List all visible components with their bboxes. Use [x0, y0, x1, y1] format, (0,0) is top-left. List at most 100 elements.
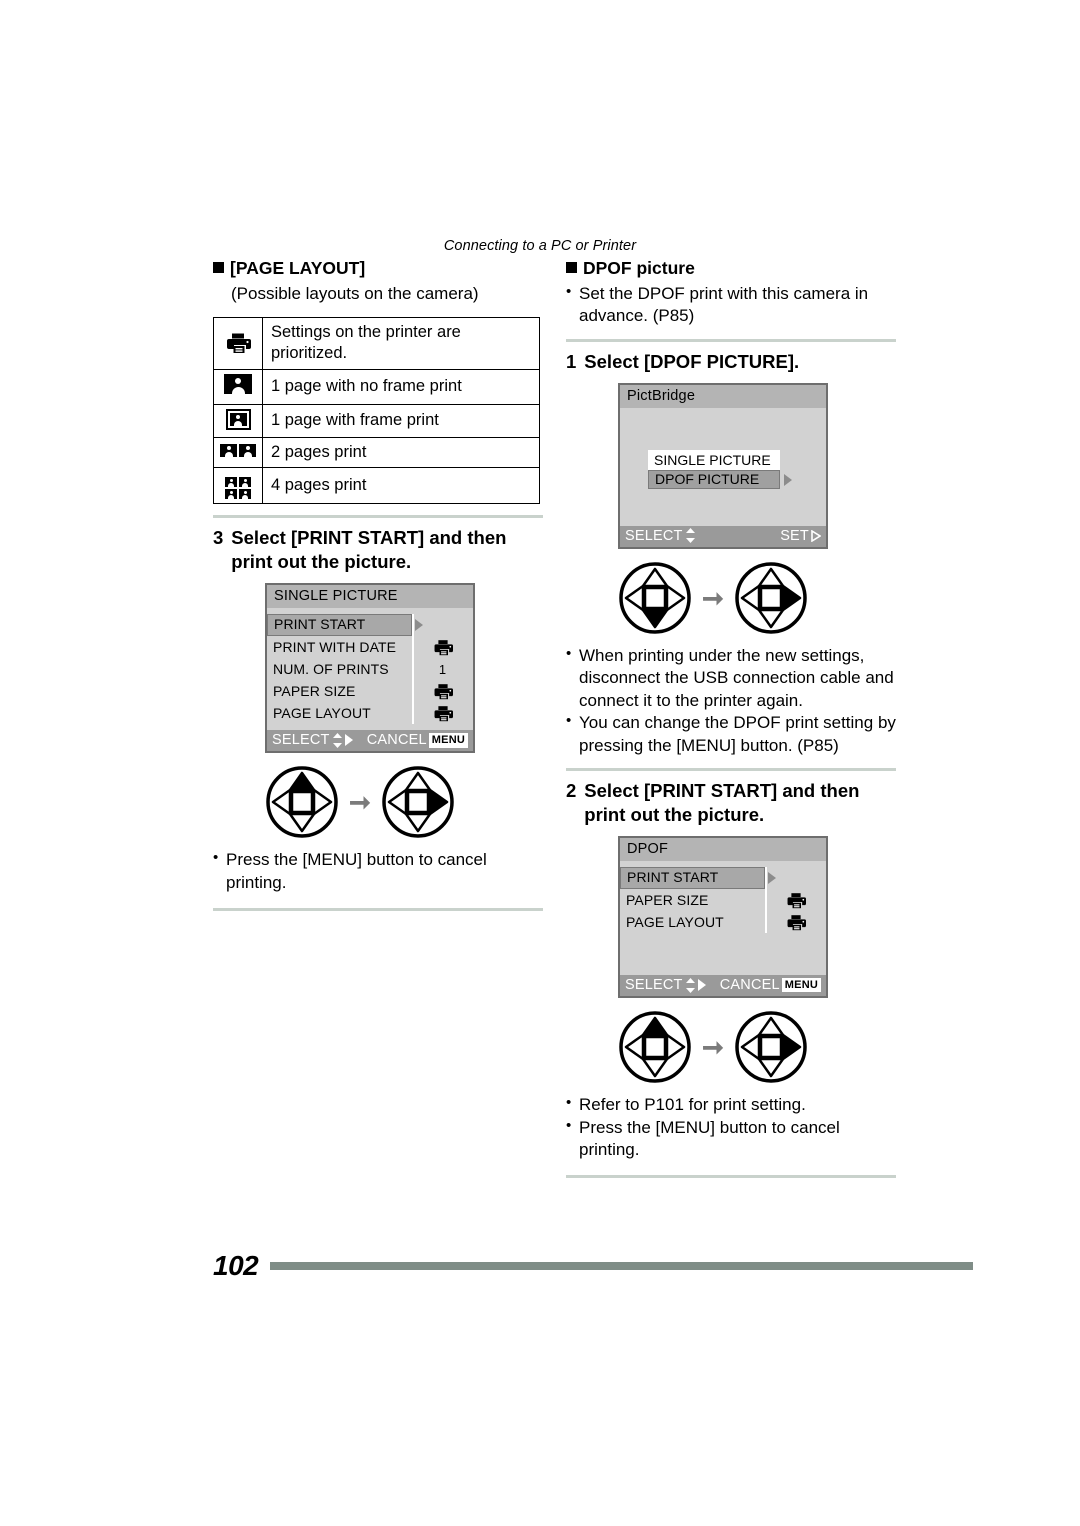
lcd-item-paper-size[interactable]: PAPER SIZE: [267, 680, 473, 702]
lcd-footer-bar: SELECT CANCEL MENU: [267, 730, 473, 752]
lcd-item-num-of-prints[interactable]: NUM. OF PRINTS 1: [267, 658, 473, 680]
lcd-footer-cancel-label: CANCEL: [366, 732, 427, 749]
flow-arrow-icon: ➞: [702, 582, 724, 613]
list-item: Press the [MENU] button to cancel printi…: [213, 848, 543, 894]
lcd-item-label: PAGE LAYOUT: [626, 914, 724, 931]
joystick-right-icon: [735, 562, 807, 634]
lcd-item-paper-size[interactable]: PAPER SIZE: [620, 889, 826, 911]
one-page-with-frame-icon: [225, 409, 251, 431]
list-item: You can change the DPOF print setting by…: [566, 711, 896, 757]
right-column: DPOF picture Set the DPOF print with thi…: [566, 258, 896, 1186]
lcd-footer-cancel: CANCEL MENU: [720, 977, 821, 993]
section-divider: [566, 338, 896, 342]
joystick-up-icon: [619, 1011, 691, 1083]
lcd-item-value: [412, 683, 473, 700]
right-arrow-icon: [697, 979, 706, 992]
table-row: 2 pages print: [213, 436, 540, 469]
lcd-item-value: [412, 705, 473, 722]
lcd-item-page-layout[interactable]: PAGE LAYOUT: [267, 702, 473, 724]
lcd-footer-set-label: SET: [780, 527, 809, 544]
lcd-footer-select: SELECT: [625, 528, 696, 544]
page-number: 102: [213, 1250, 259, 1281]
lcd-item-label: NUM. OF PRINTS: [273, 661, 389, 678]
joystick-right-icon: [382, 766, 454, 838]
table-row: Settings on the printer are prioritized.: [213, 316, 540, 370]
printer-icon: [787, 892, 806, 908]
page-footer: 102: [213, 1250, 973, 1282]
updown-arrows-icon: [332, 732, 342, 748]
lcd-item-label: PRINT START: [267, 614, 412, 637]
flow-arrow-icon: ➞: [702, 1032, 724, 1063]
list-item: Press the [MENU] button to cancel printi…: [566, 1116, 896, 1162]
joystick-diagram-step3: ➞: [213, 765, 543, 839]
bullet-square-icon: [213, 262, 224, 273]
layout-icon-cell: [213, 316, 263, 370]
lcd-rows: PRINT START PAPER SIZE PAGE LAYOUT: [620, 867, 826, 934]
step-number: 2: [566, 779, 577, 801]
page-layout-table: Settings on the printer are prioritized.…: [213, 316, 540, 505]
layout-icon-cell: [213, 467, 263, 505]
printer-icon: [434, 683, 453, 699]
four-pages-icon: [225, 477, 251, 500]
lcd-footer-cancel-label: CANCEL: [719, 977, 780, 994]
step-3-heading: 3 Select [PRINT START] and then print ou…: [213, 526, 543, 574]
lcd-option-single-picture[interactable]: SINGLE PICTURE: [648, 449, 780, 470]
layout-desc-cell: 1 page with no frame print: [262, 368, 540, 406]
lcd-item-print-start[interactable]: PRINT START: [267, 614, 473, 637]
page-layout-heading-text: [PAGE LAYOUT]: [230, 258, 366, 278]
list-item: Refer to P101 for print setting.: [566, 1093, 896, 1116]
lcd-item-label: PRINT START: [620, 867, 765, 890]
lcd-option-dpof-picture[interactable]: DPOF PICTURE: [648, 469, 780, 489]
lcd-option-list: SINGLE PICTURE DPOF PICTURE: [648, 449, 792, 489]
section-divider: [566, 1175, 896, 1179]
lcd-body: PRINT START PRINT WITH DATE NUM. OF PRIN…: [267, 608, 473, 731]
lcd-footer-select: SELECT: [272, 732, 354, 748]
menu-button-chip[interactable]: MENU: [428, 732, 468, 748]
lcd-item-page-layout[interactable]: PAGE LAYOUT: [620, 911, 826, 933]
lcd-item-label: PRINT WITH DATE: [273, 639, 397, 656]
joystick-diagram-step1: ➞: [566, 561, 896, 635]
lcd-title: PictBridge: [620, 384, 826, 408]
one-page-no-frame-icon: [224, 373, 252, 394]
updown-arrows-icon: [685, 528, 695, 544]
section-divider: [566, 767, 896, 771]
list-item: When printing under the new settings, di…: [566, 644, 896, 712]
selection-caret-icon: [784, 473, 792, 486]
step-2-heading: 2 Select [PRINT START] and then print ou…: [566, 779, 896, 827]
layout-desc-cell: Settings on the printer are prioritized.: [262, 316, 540, 370]
lcd-title: DPOF: [620, 838, 826, 862]
joystick-down-icon: [619, 562, 691, 634]
manual-page: Connecting to a PC or Printer [PAGE LAYO…: [0, 0, 1080, 1526]
step-number: 1: [566, 350, 577, 372]
selection-caret-icon: [415, 619, 423, 632]
layout-desc-cell: 4 pages print: [262, 467, 540, 505]
layout-icon-cell: [213, 404, 263, 438]
flow-arrow-icon: ➞: [349, 787, 371, 818]
lcd-item-value: [412, 639, 473, 656]
lcd-footer-select-label: SELECT: [625, 977, 683, 994]
selection-caret-icon: [768, 872, 776, 885]
menu-button-chip[interactable]: MENU: [781, 977, 821, 993]
step-1-heading: 1 Select [DPOF PICTURE].: [566, 350, 896, 374]
lcd-item-print-start[interactable]: PRINT START: [620, 867, 826, 890]
lcd-item-print-with-date[interactable]: PRINT WITH DATE: [267, 636, 473, 658]
joystick-up-icon: [266, 766, 338, 838]
table-row: 1 page with no frame print: [213, 368, 540, 406]
step-number: 3: [213, 527, 224, 549]
joystick-right-icon: [735, 1011, 807, 1083]
step-text: Select [PRINT START] and then print out …: [584, 779, 860, 826]
printer-icon: [227, 333, 251, 354]
lcd-footer-cancel: CANCEL MENU: [367, 732, 468, 748]
lcd-item-value: [765, 892, 826, 909]
section-divider: [213, 515, 543, 519]
layout-desc-cell: 1 page with frame print: [262, 404, 540, 438]
lcd-pictbridge-menu: PictBridge SINGLE PICTURE DPOF PICTURE S…: [618, 382, 828, 549]
dpof-notes: Set the DPOF print with this camera in a…: [566, 282, 896, 328]
running-head: Connecting to a PC or Printer: [443, 238, 637, 254]
right-arrow-icon: [344, 734, 353, 747]
step-text: Select [PRINT START] and then print out …: [231, 527, 507, 573]
page-layout-heading: [PAGE LAYOUT]: [213, 258, 543, 280]
lcd-item-label: PAGE LAYOUT: [273, 705, 371, 722]
lcd-footer-set: SET: [780, 528, 821, 544]
lcd-footer-bar: SELECT CANCEL MENU: [620, 975, 826, 997]
